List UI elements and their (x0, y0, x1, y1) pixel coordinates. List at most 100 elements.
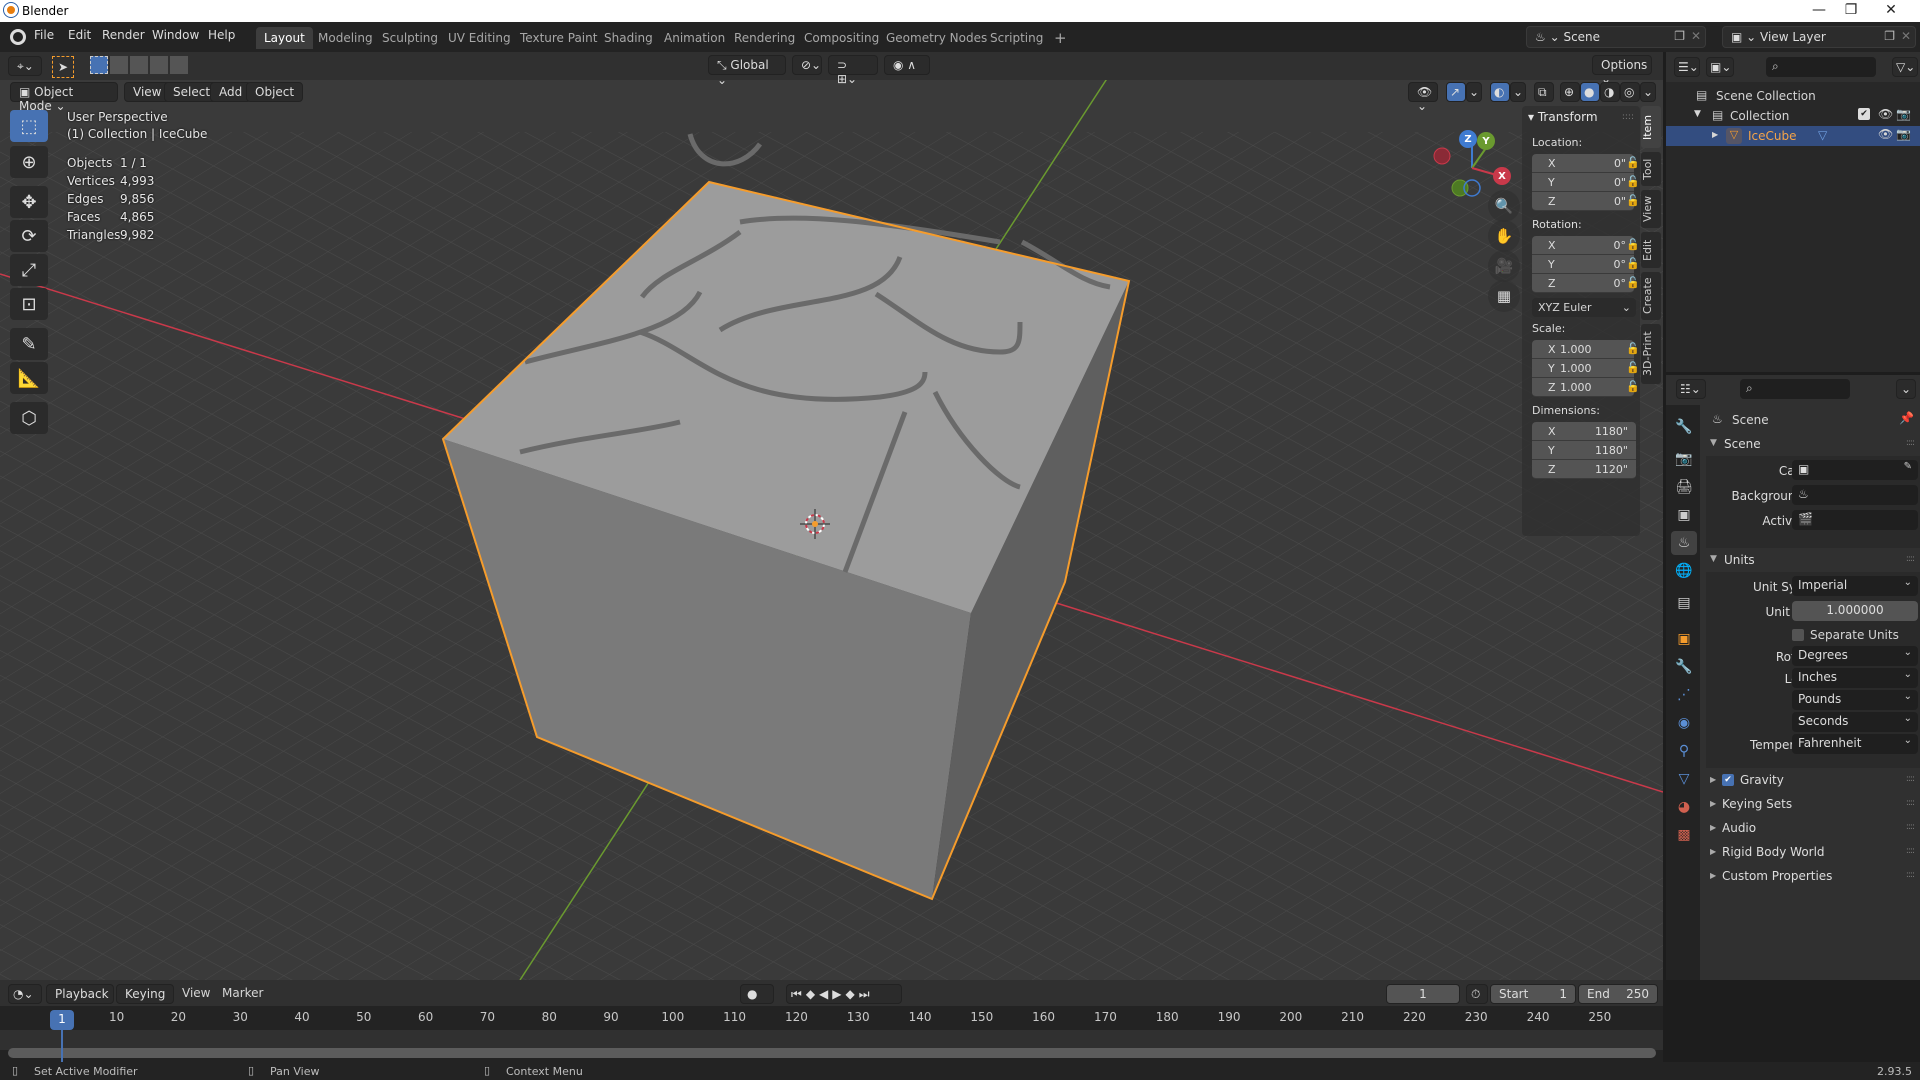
gizmo-z-axis[interactable]: Z (1459, 130, 1477, 148)
editor-type-button[interactable]: ⌖⌄ (8, 56, 42, 76)
snap-toggle[interactable]: ⊃ ⊞⌄ (828, 55, 878, 86)
sidebar-tab-create[interactable]: Create (1641, 272, 1661, 320)
view-layer-selector[interactable]: ▣ ⌄ View Layer ❐ ✕ (1722, 26, 1916, 48)
properties-editor-type-button[interactable]: ☷⌄ (1676, 379, 1706, 399)
tab-collection[interactable]: ▤ (1671, 591, 1697, 615)
section-custom-properties-header[interactable]: ▶ Custom Properties:::: (1706, 866, 1920, 888)
exclude-checkbox[interactable]: ✔ (1858, 108, 1870, 120)
render-camera-icon[interactable]: 📷 (1896, 107, 1911, 121)
tab-output[interactable]: 🖨 (1671, 475, 1697, 499)
rotation-y-field[interactable]: Y 0° (1532, 255, 1634, 274)
camera-view-button[interactable]: 🎥 (1488, 250, 1520, 282)
camera-field[interactable]: ▣ ✎ (1792, 460, 1918, 480)
gravity-checkbox[interactable]: ✔ (1722, 774, 1734, 786)
tab-particles[interactable]: ⋰ (1671, 683, 1697, 707)
tool-select-box[interactable]: ⬚ (10, 110, 48, 142)
filter-dropdown[interactable]: ▽⌄ (1892, 57, 1918, 77)
timeline-marker-menu[interactable]: Marker (222, 986, 263, 1000)
overlay-toggle[interactable]: ◐ (1490, 82, 1510, 102)
section-scene-header[interactable]: ▼ Scene:::: (1706, 434, 1920, 456)
transform-orientation-dropdown[interactable]: ⤡ Global ⌄ (708, 55, 786, 87)
rotation-units-dropdown[interactable]: Degrees ⌄ (1792, 646, 1918, 666)
prev-keyframe-button[interactable]: ◆ (806, 987, 819, 1001)
select-mode-extend-icon[interactable] (110, 56, 128, 74)
tool-move[interactable]: ✥ (10, 186, 48, 218)
outliner-search-input[interactable]: ⌕ (1766, 57, 1876, 77)
lock-icon[interactable]: 🔓 (1626, 342, 1640, 355)
lock-icon[interactable]: 🔓 (1626, 380, 1640, 393)
play-reverse-button[interactable]: ◀ (819, 987, 832, 1001)
unit-scale-field[interactable]: 1.000000 (1792, 601, 1918, 621)
scale-y-field[interactable]: Y 1.000 (1532, 359, 1634, 378)
lock-icon[interactable]: 🔓 (1626, 257, 1640, 270)
lock-icon[interactable]: 🔓 (1626, 276, 1640, 289)
delete-scene-icon[interactable]: ✕ (1691, 29, 1701, 43)
workspace-tab-modeling[interactable]: Modeling (310, 27, 381, 49)
drag-handle-icon[interactable]: :::: (1906, 438, 1915, 448)
tool-scale[interactable]: ⤢ (10, 254, 48, 286)
tab-world[interactable]: 🌐 (1671, 559, 1697, 583)
select-mode-new-icon[interactable] (90, 56, 108, 74)
workspace-tab-compositing[interactable]: Compositing (796, 27, 887, 49)
outliner-row-scene-collection[interactable]: ▤ Scene Collection (1666, 86, 1920, 106)
select-mode-subtract-icon[interactable] (130, 56, 148, 74)
scale-x-field[interactable]: X 1.000 (1532, 340, 1634, 359)
lock-icon[interactable]: 🔓 (1626, 175, 1640, 188)
expand-arrow-icon[interactable]: ▼ (1694, 109, 1701, 119)
timeline-view-menu[interactable]: View (182, 986, 210, 1000)
timeline-scrollbar[interactable] (8, 1048, 1656, 1058)
location-z-field[interactable]: Z 0" (1532, 192, 1634, 211)
outliner-editor-type-button[interactable]: ☰⌄ (1674, 57, 1700, 77)
shading-dropdown[interactable]: ⌄ (1640, 82, 1656, 102)
proportional-editing-toggle[interactable]: ◉ ∧ (884, 55, 930, 75)
gizmo-x-axis[interactable]: X (1493, 167, 1511, 185)
drag-handle-icon[interactable]: :::: (1622, 112, 1634, 122)
xray-toggle[interactable]: ⧉ (1534, 82, 1554, 102)
visibility-eye-icon[interactable]: 👁 (1878, 107, 1893, 121)
lock-icon[interactable]: 🔓 (1626, 238, 1640, 251)
close-button[interactable]: ✕ (1876, 2, 1906, 18)
lock-icon[interactable]: 🔓 (1626, 156, 1640, 169)
section-audio-header[interactable]: ▶ Audio:::: (1706, 818, 1920, 840)
sidebar-tab-edit[interactable]: Edit (1641, 232, 1661, 268)
3d-viewport[interactable]: ⌖⌄ ➤ ⤡ Global ⌄ ⊘⌄ ⊃ ⊞⌄ ◉ ∧ Options ⌄ ▣ … (0, 52, 1663, 980)
section-gravity-header[interactable]: ▶ ✔ Gravity:::: (1706, 770, 1920, 792)
end-frame-field[interactable]: End 250 (1578, 984, 1658, 1004)
menu-window[interactable]: Window (152, 28, 199, 42)
drag-handle-icon[interactable]: :::: (1906, 774, 1915, 784)
menu-edit[interactable]: Edit (68, 28, 91, 42)
delete-view-layer-icon[interactable]: ✕ (1901, 29, 1911, 43)
workspace-tab-sculpting[interactable]: Sculpting (374, 27, 446, 49)
location-x-field[interactable]: X 0" (1532, 154, 1634, 173)
mass-units-dropdown[interactable]: Pounds ⌄ (1792, 690, 1918, 710)
rotation-x-field[interactable]: X 0° (1532, 236, 1634, 255)
time-units-dropdown[interactable]: Seconds ⌄ (1792, 712, 1918, 732)
perspective-toggle-button[interactable]: ▦ (1488, 280, 1520, 312)
duplicate-scene-icon[interactable]: ❐ (1674, 29, 1685, 43)
sidebar-tab-item[interactable]: Item (1641, 106, 1661, 148)
workspace-tab-geometry-nodes[interactable]: Geometry Nodes (878, 27, 995, 49)
location-y-field[interactable]: Y 0" (1532, 173, 1634, 192)
menu-file[interactable]: File (34, 28, 54, 42)
lock-icon[interactable]: 🔓 (1626, 194, 1640, 207)
temperature-units-dropdown[interactable]: Fahrenheit ⌄ (1792, 734, 1918, 754)
tab-constraints[interactable]: ⚲ (1671, 739, 1697, 763)
unit-system-dropdown[interactable]: Imperial ⌄ (1792, 576, 1918, 596)
maximize-button[interactable]: ❐ (1836, 2, 1866, 18)
add-workspace-button[interactable]: + (1046, 25, 1075, 47)
drag-handle-icon[interactable]: :::: (1906, 554, 1915, 564)
pin-icon[interactable]: 📌 (1899, 411, 1914, 425)
visibility-eye-icon[interactable]: 👁 (1878, 127, 1893, 141)
active-clip-field[interactable]: 🎬 (1792, 510, 1918, 530)
workspace-tab-scripting[interactable]: Scripting (982, 27, 1051, 49)
rotation-mode-dropdown[interactable]: XYZ Euler ⌄ (1532, 298, 1636, 317)
object-menu[interactable]: Object (246, 82, 304, 102)
outliner-row-collection[interactable]: ▼ ▤ Collection ✔ 👁 📷 (1666, 106, 1920, 126)
object-visibility-dropdown[interactable]: 👁⌄ (1408, 82, 1438, 113)
tool-rotate[interactable]: ⟳ (10, 220, 48, 252)
play-button[interactable]: ▶ (832, 987, 845, 1001)
duplicate-view-layer-icon[interactable]: ❐ (1884, 29, 1895, 43)
tab-view-layer[interactable]: ▣ (1671, 503, 1697, 527)
separate-units-checkbox[interactable]: Separate Units (1792, 627, 1918, 645)
tool-cursor[interactable]: ⊕ (10, 146, 48, 178)
